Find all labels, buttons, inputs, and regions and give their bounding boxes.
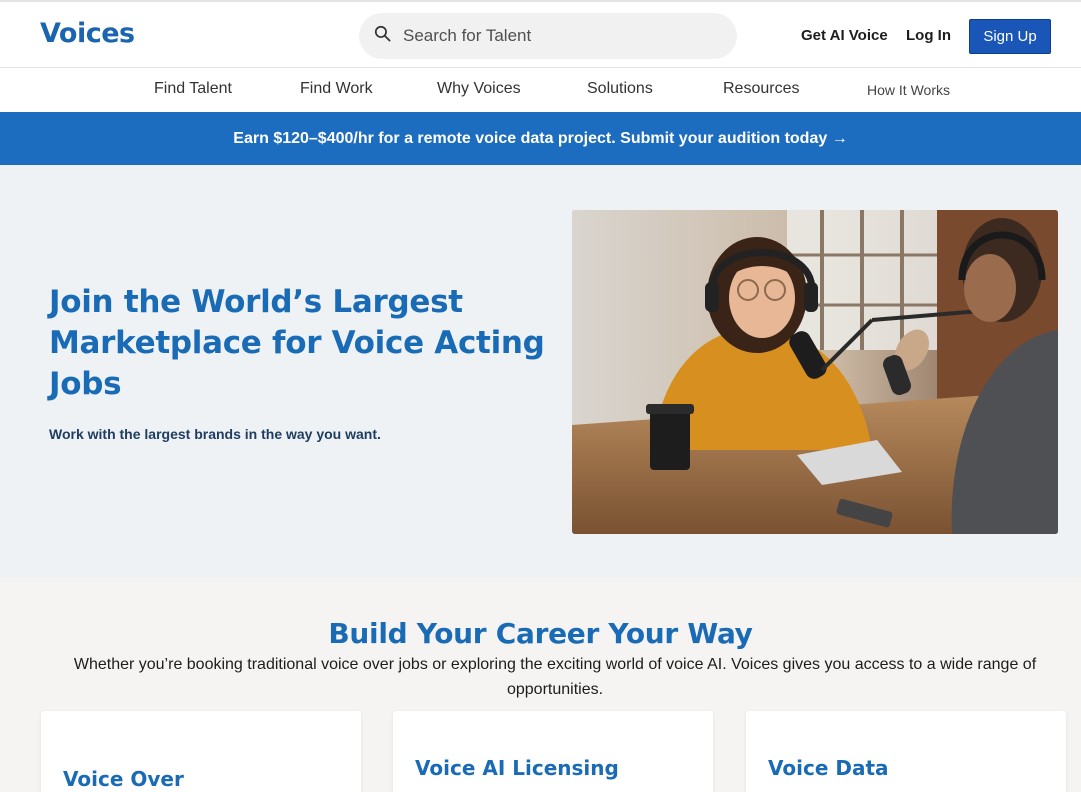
card-title: Voice Data [768, 756, 889, 780]
card-voice-over[interactable]: Voice Over [41, 711, 361, 792]
card-title: Voice Over [63, 767, 184, 791]
promo-banner[interactable]: Earn $120–$400/hr for a remote voice dat… [0, 112, 1081, 165]
hero-subtitle: Work with the largest brands in the way … [49, 426, 381, 442]
nav-item-how-it-works[interactable]: How It Works [867, 82, 950, 98]
card-voice-data[interactable]: Voice Data [746, 711, 1066, 792]
search-input[interactable] [403, 26, 703, 46]
search-bar[interactable] [359, 13, 737, 59]
nav-item-find-talent[interactable]: Find Talent [154, 80, 232, 98]
career-description: Whether you’re booking traditional voice… [73, 656, 1037, 698]
site-header: Voices Get AI Voice Log In Sign Up [0, 0, 1081, 68]
hero-title: Join the World’s Largest Marketplace for… [49, 284, 545, 402]
search-icon [373, 24, 392, 48]
career-section: Build Your Career Your Way Whether you’r… [0, 577, 1081, 792]
career-title: Build Your Career Your Way [328, 617, 753, 650]
promo-banner-text[interactable]: Earn $120–$400/hr for a remote voice dat… [233, 130, 847, 148]
sign-up-button[interactable]: Sign Up [969, 19, 1051, 54]
hero-section: Join the World’s Largest Marketplace for… [0, 165, 1081, 577]
voices-logo[interactable]: Voices [40, 18, 135, 49]
main-nav: Find Talent Find Work Why Voices Solutio… [0, 68, 1081, 112]
nav-item-resources[interactable]: Resources [723, 80, 799, 98]
card-title: Voice AI Licensing [415, 756, 619, 780]
card-voice-ai-licensing[interactable]: Voice AI Licensing [393, 711, 713, 792]
nav-item-find-work[interactable]: Find Work [300, 80, 373, 98]
nav-item-why-voices[interactable]: Why Voices [437, 80, 521, 98]
nav-item-solutions[interactable]: Solutions [587, 80, 653, 98]
hero-photo [572, 210, 1058, 534]
get-ai-voice-link[interactable]: Get AI Voice [801, 27, 888, 44]
log-in-link[interactable]: Log In [906, 27, 951, 44]
